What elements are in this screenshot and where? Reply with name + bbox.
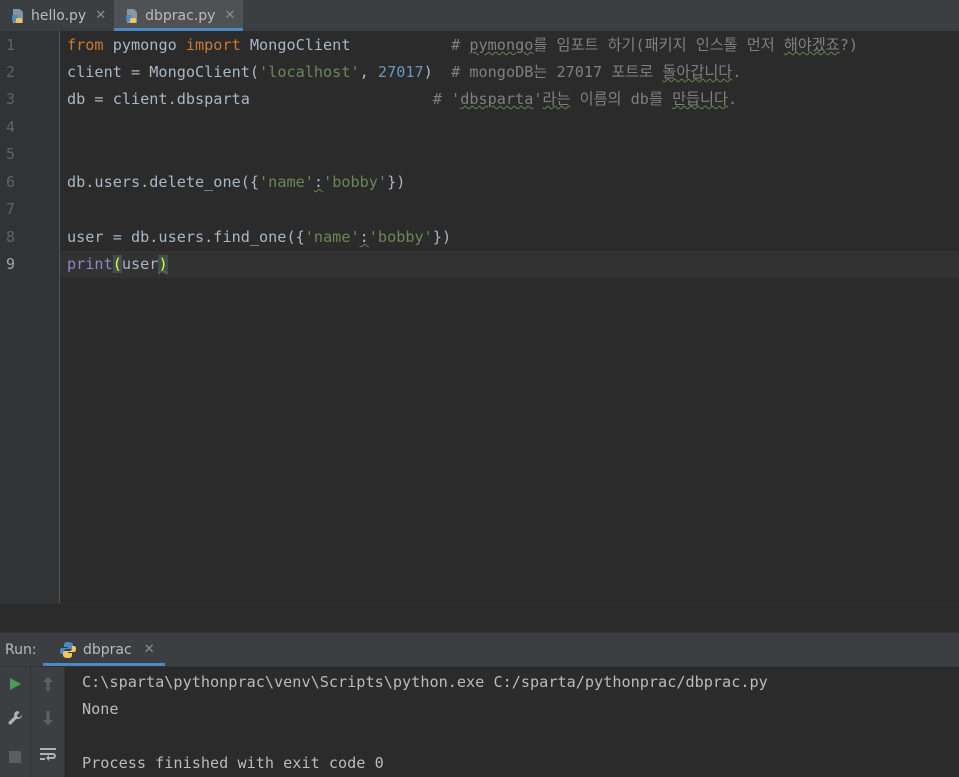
class-name: MongoClient bbox=[240, 36, 351, 54]
comment: ' bbox=[533, 90, 543, 108]
run-panel-header: Run: dbprac ✕ bbox=[0, 633, 959, 667]
run-panel-label: Run: bbox=[5, 641, 37, 658]
string-literal: 'bobby' bbox=[368, 228, 433, 246]
code-text: : bbox=[359, 228, 369, 246]
comment: # bbox=[451, 36, 470, 54]
run-tab-label: dbprac bbox=[83, 641, 132, 658]
run-toolbar-left bbox=[0, 667, 31, 777]
run-tab-dbprac[interactable]: dbprac ✕ bbox=[43, 633, 165, 666]
python-file-icon bbox=[126, 8, 138, 23]
run-toolbar-right bbox=[31, 667, 65, 777]
tab-label: hello.py bbox=[31, 7, 87, 24]
keyword: from bbox=[67, 36, 104, 54]
matched-paren: ) bbox=[158, 255, 168, 273]
module-name: pymongo bbox=[103, 36, 186, 54]
line-number-current: 9 bbox=[6, 255, 16, 273]
code-text: : bbox=[313, 173, 324, 191]
string-literal: 'bobby' bbox=[323, 173, 388, 191]
comment-word: 돌아갑니다 bbox=[662, 63, 733, 81]
code-line-8[interactable]: user = db.users.find_one({'name':'bobby'… bbox=[67, 224, 959, 251]
code-line-2[interactable]: client = MongoClient('localhost', 27017)… bbox=[67, 59, 959, 86]
tab-label: dbprac.py bbox=[145, 7, 216, 24]
soft-wrap-icon[interactable] bbox=[37, 743, 59, 765]
console-line: None bbox=[82, 700, 119, 718]
code-text: user = db.users.find_one({ bbox=[67, 228, 305, 246]
tab-dbprac-py[interactable]: dbprac.py ✕ bbox=[114, 0, 244, 31]
code-text: user bbox=[121, 255, 159, 273]
console-output[interactable]: C:\sparta\pythonprac\venv\Scripts\python… bbox=[82, 669, 959, 777]
comment: 를 임포트 하기(패키지 인스톨 먼저 bbox=[533, 36, 784, 54]
string-literal: 'localhost' bbox=[259, 63, 360, 81]
keyword: import bbox=[185, 36, 241, 54]
python-icon bbox=[60, 641, 76, 658]
console-line: Process finished with exit code 0 bbox=[82, 754, 384, 772]
line-number: 3 bbox=[6, 90, 16, 108]
code-text: client = MongoClient( bbox=[67, 63, 260, 81]
line-number: 2 bbox=[6, 63, 16, 81]
panel-splitter[interactable] bbox=[0, 603, 959, 633]
line-number: 7 bbox=[6, 200, 16, 218]
comment-word: 해야겠죠 bbox=[783, 36, 840, 54]
matched-paren: ( bbox=[112, 255, 122, 273]
line-number: 8 bbox=[6, 228, 16, 246]
line-number-gutter: 1 2 3 4 5 6 7 8 9 bbox=[0, 31, 60, 603]
line-number: 1 bbox=[6, 36, 16, 54]
comment-word: 라는 bbox=[542, 90, 571, 108]
tab-hello-py[interactable]: hello.py ✕ bbox=[0, 0, 114, 31]
code-text: }) bbox=[387, 173, 406, 191]
number-literal: 27017 bbox=[377, 63, 424, 81]
code-text: db.users.delete_one({ bbox=[67, 173, 260, 191]
comment: 이름의 db를 bbox=[570, 90, 673, 108]
wrench-icon[interactable] bbox=[4, 707, 26, 729]
comment-word: pymongo bbox=[469, 36, 534, 54]
line-number: 6 bbox=[6, 173, 16, 191]
code-text: , bbox=[359, 63, 378, 81]
comment: # ' bbox=[432, 90, 461, 108]
arrow-up-icon[interactable] bbox=[37, 673, 59, 695]
code-line-6[interactable]: db.users.delete_one({'name':'bobby'}) bbox=[67, 169, 959, 196]
code-text: }) bbox=[432, 228, 452, 246]
line-number: 5 bbox=[6, 145, 16, 163]
python-file-icon bbox=[12, 8, 23, 23]
arrow-down-icon[interactable] bbox=[37, 707, 59, 729]
play-icon[interactable] bbox=[4, 673, 26, 695]
code-text: ) bbox=[423, 63, 452, 81]
code-line-9-current[interactable]: print(user) bbox=[60, 251, 959, 278]
close-icon[interactable]: ✕ bbox=[144, 642, 155, 657]
comment-word: 만듭니다 bbox=[672, 90, 728, 108]
comment: # mongoDB는 27017 포트로 bbox=[451, 63, 663, 81]
close-icon[interactable]: ✕ bbox=[224, 8, 235, 23]
comment: . bbox=[727, 90, 738, 108]
code-editor[interactable]: 1 2 3 4 5 6 7 8 9 from pymongo import Mo… bbox=[0, 31, 959, 603]
close-icon[interactable]: ✕ bbox=[95, 8, 106, 23]
stop-icon[interactable] bbox=[4, 746, 26, 768]
code-text: db = client.dbsparta bbox=[67, 90, 250, 108]
string-literal: 'name' bbox=[259, 173, 314, 191]
builtin-function: print bbox=[67, 255, 113, 273]
string-literal: 'name' bbox=[304, 228, 360, 246]
comment: ?) bbox=[839, 36, 859, 54]
code-line-1[interactable]: from pymongo import MongoClient # pymong… bbox=[67, 32, 959, 59]
run-panel: Run: dbprac ✕ C:\sparta\pythonprac\venv\… bbox=[0, 632, 959, 777]
code-line-3[interactable]: db = client.dbsparta # 'dbsparta'라는 이름의 … bbox=[67, 86, 959, 113]
comment: . bbox=[732, 63, 742, 81]
comment-word: dbsparta bbox=[460, 90, 534, 108]
editor-tab-bar: hello.py ✕ dbprac.py ✕ bbox=[0, 0, 959, 32]
line-number: 4 bbox=[6, 118, 16, 136]
console-line: C:\sparta\pythonprac\venv\Scripts\python… bbox=[82, 673, 768, 691]
